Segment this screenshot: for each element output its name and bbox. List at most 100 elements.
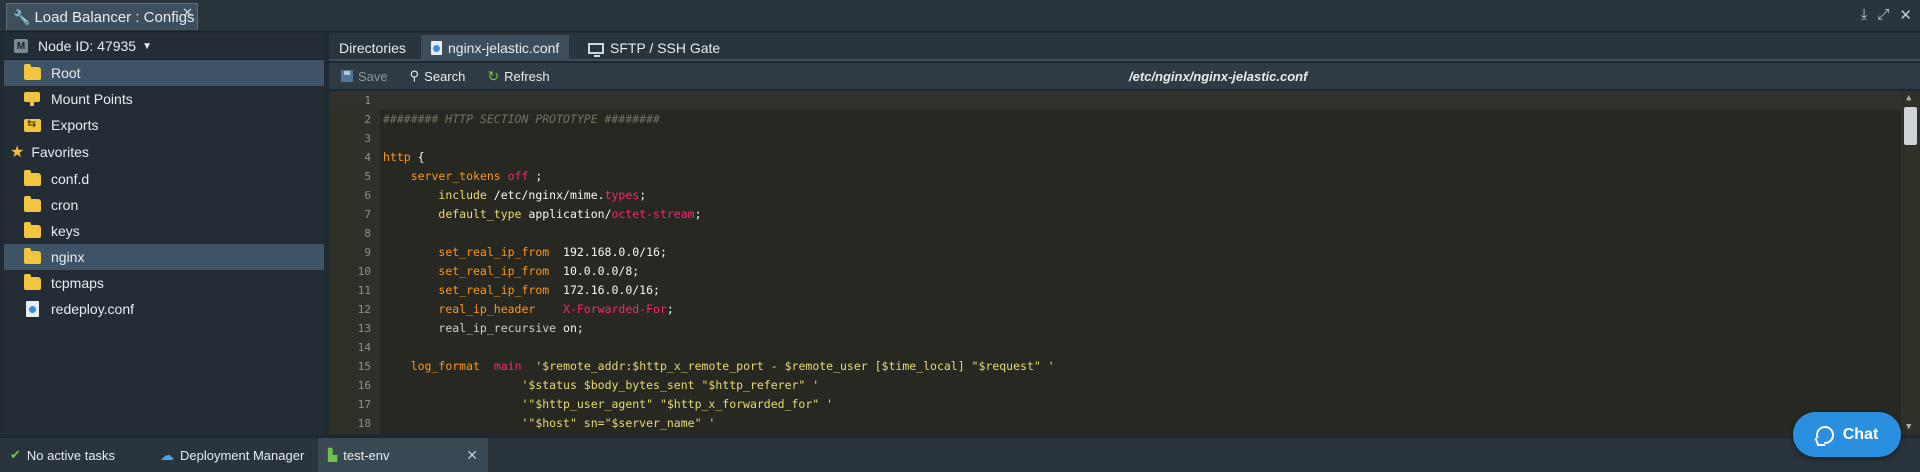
sidebar-item-keys[interactable]: keys (4, 218, 324, 244)
sidebar-item-label: conf.d (51, 171, 90, 187)
sidebar-item-root[interactable]: Root (4, 60, 324, 86)
tab-directories[interactable]: Directories (329, 35, 416, 61)
tasks-label: No active tasks (26, 447, 116, 463)
code-token: set_real_ip_from (438, 245, 550, 259)
save-button[interactable]: Save (341, 69, 388, 84)
favorites-header[interactable]: ★ Favorites (4, 138, 324, 166)
sidebar-item-redeploy-conf[interactable]: redeploy.conf (4, 296, 324, 322)
folder-icon (24, 169, 41, 186)
sidebar: M Node ID: 47935 ▼ Root Mount Points Exp… (4, 33, 324, 434)
code-line[interactable]: 12 real_ip_header X-Forwarded-For; (329, 300, 1901, 319)
code-editor[interactable]: 1 2 ######## HTTP SECTION PROTOTYPE ######… (329, 91, 1920, 434)
code-token: real_ip_recursive (438, 321, 557, 335)
refresh-icon: ↻ (487, 67, 500, 84)
code-line[interactable]: 10 set_real_ip_from 10.0.0.0/8; (329, 262, 1901, 281)
code-text: set_real_ip_from 10.0.0.0/8; (383, 262, 639, 281)
search-icon: ⚲ (409, 68, 420, 83)
code-line[interactable]: 5 server_tokens off ; (329, 167, 1901, 186)
code-line[interactable]: 3 (329, 129, 1901, 148)
code-line[interactable]: 7 default_type application/octet-stream; (329, 205, 1901, 224)
deployment-manager-button[interactable]: ☁ Deployment Manager (150, 438, 318, 472)
code-token: '$status $body_bytes_sent "$http_referer… (521, 378, 820, 392)
close-icon[interactable]: ✕ (182, 5, 193, 21)
sidebar-item-cron[interactable]: cron (4, 192, 324, 218)
node-label: Node ID: 47935 (38, 38, 137, 54)
scroll-down-icon[interactable]: ▼ (1906, 422, 1911, 432)
taskbar: ✔ No active tasks ☁ Deployment Manager ▙… (0, 437, 1920, 472)
node-selector[interactable]: M Node ID: 47935 ▼ (4, 33, 324, 60)
code-token: set_real_ip_from (438, 264, 550, 278)
code-line[interactable]: 4 http { (329, 148, 1901, 167)
code-line[interactable]: 18 '"$host" sn="$server_name" ' (329, 414, 1901, 433)
sidebar-item-tcpmaps[interactable]: tcpmaps (4, 270, 324, 296)
folder-icon (24, 247, 41, 264)
code-text: '"$host" sn="$server_name" ' (383, 414, 715, 433)
code-text: '"$http_user_agent" "$http_x_forwarded_f… (383, 395, 833, 414)
sidebar-item-mount-points[interactable]: Mount Points (4, 86, 324, 112)
sidebar-item-label: redeploy.conf (51, 301, 135, 317)
environment-icon: ▙ (328, 448, 338, 462)
code-line[interactable]: 13 real_ip_recursive on; (329, 319, 1901, 338)
code-token: main (493, 359, 522, 373)
sidebar-item-nginx[interactable]: nginx (4, 244, 324, 270)
tab-sftp-ssh-gate[interactable]: SFTP / SSH Gate (578, 35, 730, 61)
tab-nginx-jelastic-conf[interactable]: nginx-jelastic.conf (421, 35, 570, 61)
code-line[interactable]: 16 '$status $body_bytes_sent "$http_refe… (329, 376, 1901, 395)
code-line[interactable]: 15 log_format main '$remote_addr:$http_x… (329, 357, 1901, 376)
chat-bubble-icon (1815, 425, 1834, 444)
vertical-scrollbar[interactable]: ▲ ▼ (1901, 91, 1920, 434)
tasks-status[interactable]: ✔ No active tasks (0, 438, 150, 472)
sidebar-item-label: Root (51, 65, 81, 81)
env-tab-test-env[interactable]: ▙ test-env ✕ (318, 437, 488, 472)
code-line[interactable]: 6 include /etc/nginx/mime.types; (329, 186, 1901, 205)
sidebar-item-conf-d[interactable]: conf.d (4, 166, 324, 192)
scroll-up-icon[interactable]: ▲ (1906, 93, 1911, 103)
sidebar-item-exports[interactable]: Exports (4, 112, 324, 138)
sidebar-item-label: cron (51, 197, 79, 213)
window-tab[interactable]: 🔧 Load Balancer : Configs ✕ (6, 3, 198, 30)
close-icon[interactable]: ✕ (466, 447, 478, 464)
code-line[interactable]: 14 (329, 338, 1901, 357)
chat-button[interactable]: Chat (1793, 412, 1901, 457)
code-token: set_real_ip_from (438, 283, 550, 297)
code-token: 192.168.0.0/16; (549, 245, 667, 259)
code-line[interactable]: 17 '"$http_user_agent" "$http_x_forwarde… (329, 395, 1901, 414)
code-text: real_ip_recursive on; (383, 319, 584, 338)
refresh-button[interactable]: ↻ Refresh (487, 68, 549, 85)
code-token: on; (556, 321, 584, 335)
window-controls: ⤓ ⤢ ✕ (1861, 6, 1912, 24)
code-line[interactable]: 2 ######## HTTP SECTION PROTOTYPE #######… (329, 110, 1901, 129)
close-window-icon[interactable]: ✕ (1899, 6, 1912, 24)
editor-toolbar: Save ⚲ Search ↻ Refresh /etc/nginx/nginx… (329, 63, 1920, 89)
code-token: real_ip_header (438, 302, 536, 316)
code-text: real_ip_header X-Forwarded-For; (383, 300, 673, 319)
code-line[interactable]: 1 (329, 91, 1901, 110)
code-line[interactable]: 8 (329, 224, 1901, 243)
code-token: server_tokens (410, 169, 501, 183)
search-button[interactable]: ⚲ Search (410, 68, 466, 84)
line-number: 1 (364, 94, 371, 107)
env-label: test-env (343, 447, 390, 463)
save-label: Save (358, 68, 388, 84)
download-icon[interactable]: ⤓ (1861, 6, 1868, 24)
code-token: '"$http_user_agent" "$http_x_forwarded_f… (521, 397, 834, 411)
code-line[interactable]: 9 set_real_ip_from 192.168.0.0/16; (329, 243, 1901, 262)
code-line[interactable]: 11 set_real_ip_from 172.16.0.0/16; (329, 281, 1901, 300)
node-type-icon: M (14, 39, 28, 53)
expand-icon[interactable]: ⤢ (1877, 6, 1889, 24)
file-path: /etc/nginx/nginx-jelastic.conf (1129, 69, 1308, 84)
code-text: server_tokens off ; (383, 167, 543, 186)
code-token: 172.16.0.0/16; (549, 283, 660, 297)
code-token: '$remote_addr:$http_x_remote_port - $rem… (535, 359, 1055, 373)
wrench-icon: 🔧 (13, 8, 31, 25)
folder-icon (24, 63, 41, 80)
scrollbar-thumb[interactable] (1904, 107, 1917, 145)
line-number: 7 (364, 208, 371, 221)
